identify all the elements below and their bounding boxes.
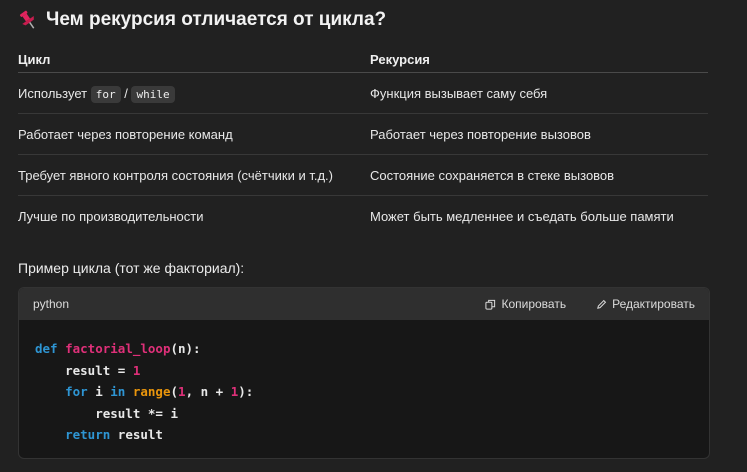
table-row: Использует for / while Функция вызывает … [18,72,708,114]
code-block: python Копировать Редактировать def fact… [18,287,710,459]
table-cell: Использует for / while [18,72,370,114]
pencil-icon [597,299,607,309]
table-cell: Состояние сохраняется в стеке вызовов [370,154,708,196]
code-content: def factorial_loop(n): result = 1 for i … [35,341,254,442]
table-cell: Требует явного контроля состояния (счётч… [18,154,370,196]
table-header-row: Цикл Рекурсия [18,46,708,73]
table-cell: Работает через повторение команд [18,113,370,155]
table-cell: Лучше по производительности [18,208,204,224]
table-row: Требует явного контроля состояния (счётч… [18,154,708,196]
comparison-table: Цикл Рекурсия Использует for / while Фун… [18,46,708,236]
inline-code-while: while [131,85,175,103]
section-heading: Чем рекурсия отличается от цикла? [18,9,386,31]
header-loop: Цикл [18,46,370,73]
code-language: python [33,297,70,311]
code-block-header: python Копировать Редактировать [19,288,709,320]
copy-button[interactable]: Копировать [485,297,566,311]
inline-code-for: for [90,85,121,103]
table-row: Лучше по производительности Может быть м… [18,196,708,237]
table-cell: Может быть медленнее и съедать больше па… [370,208,674,224]
table-cell: Работает через повторение вызовов [370,113,708,155]
table-cell: Функция вызывает саму себя [370,72,708,114]
section-title: Чем рекурсия отличается от цикла? [46,9,387,30]
pushpin-icon [19,10,35,29]
copy-icon [485,299,496,310]
edit-button[interactable]: Редактировать [596,297,695,311]
header-recursion: Рекурсия [370,46,708,73]
table-row: Работает через повторение команд Работае… [18,113,708,155]
example-label: Пример цикла (тот же факториал): [18,260,245,276]
